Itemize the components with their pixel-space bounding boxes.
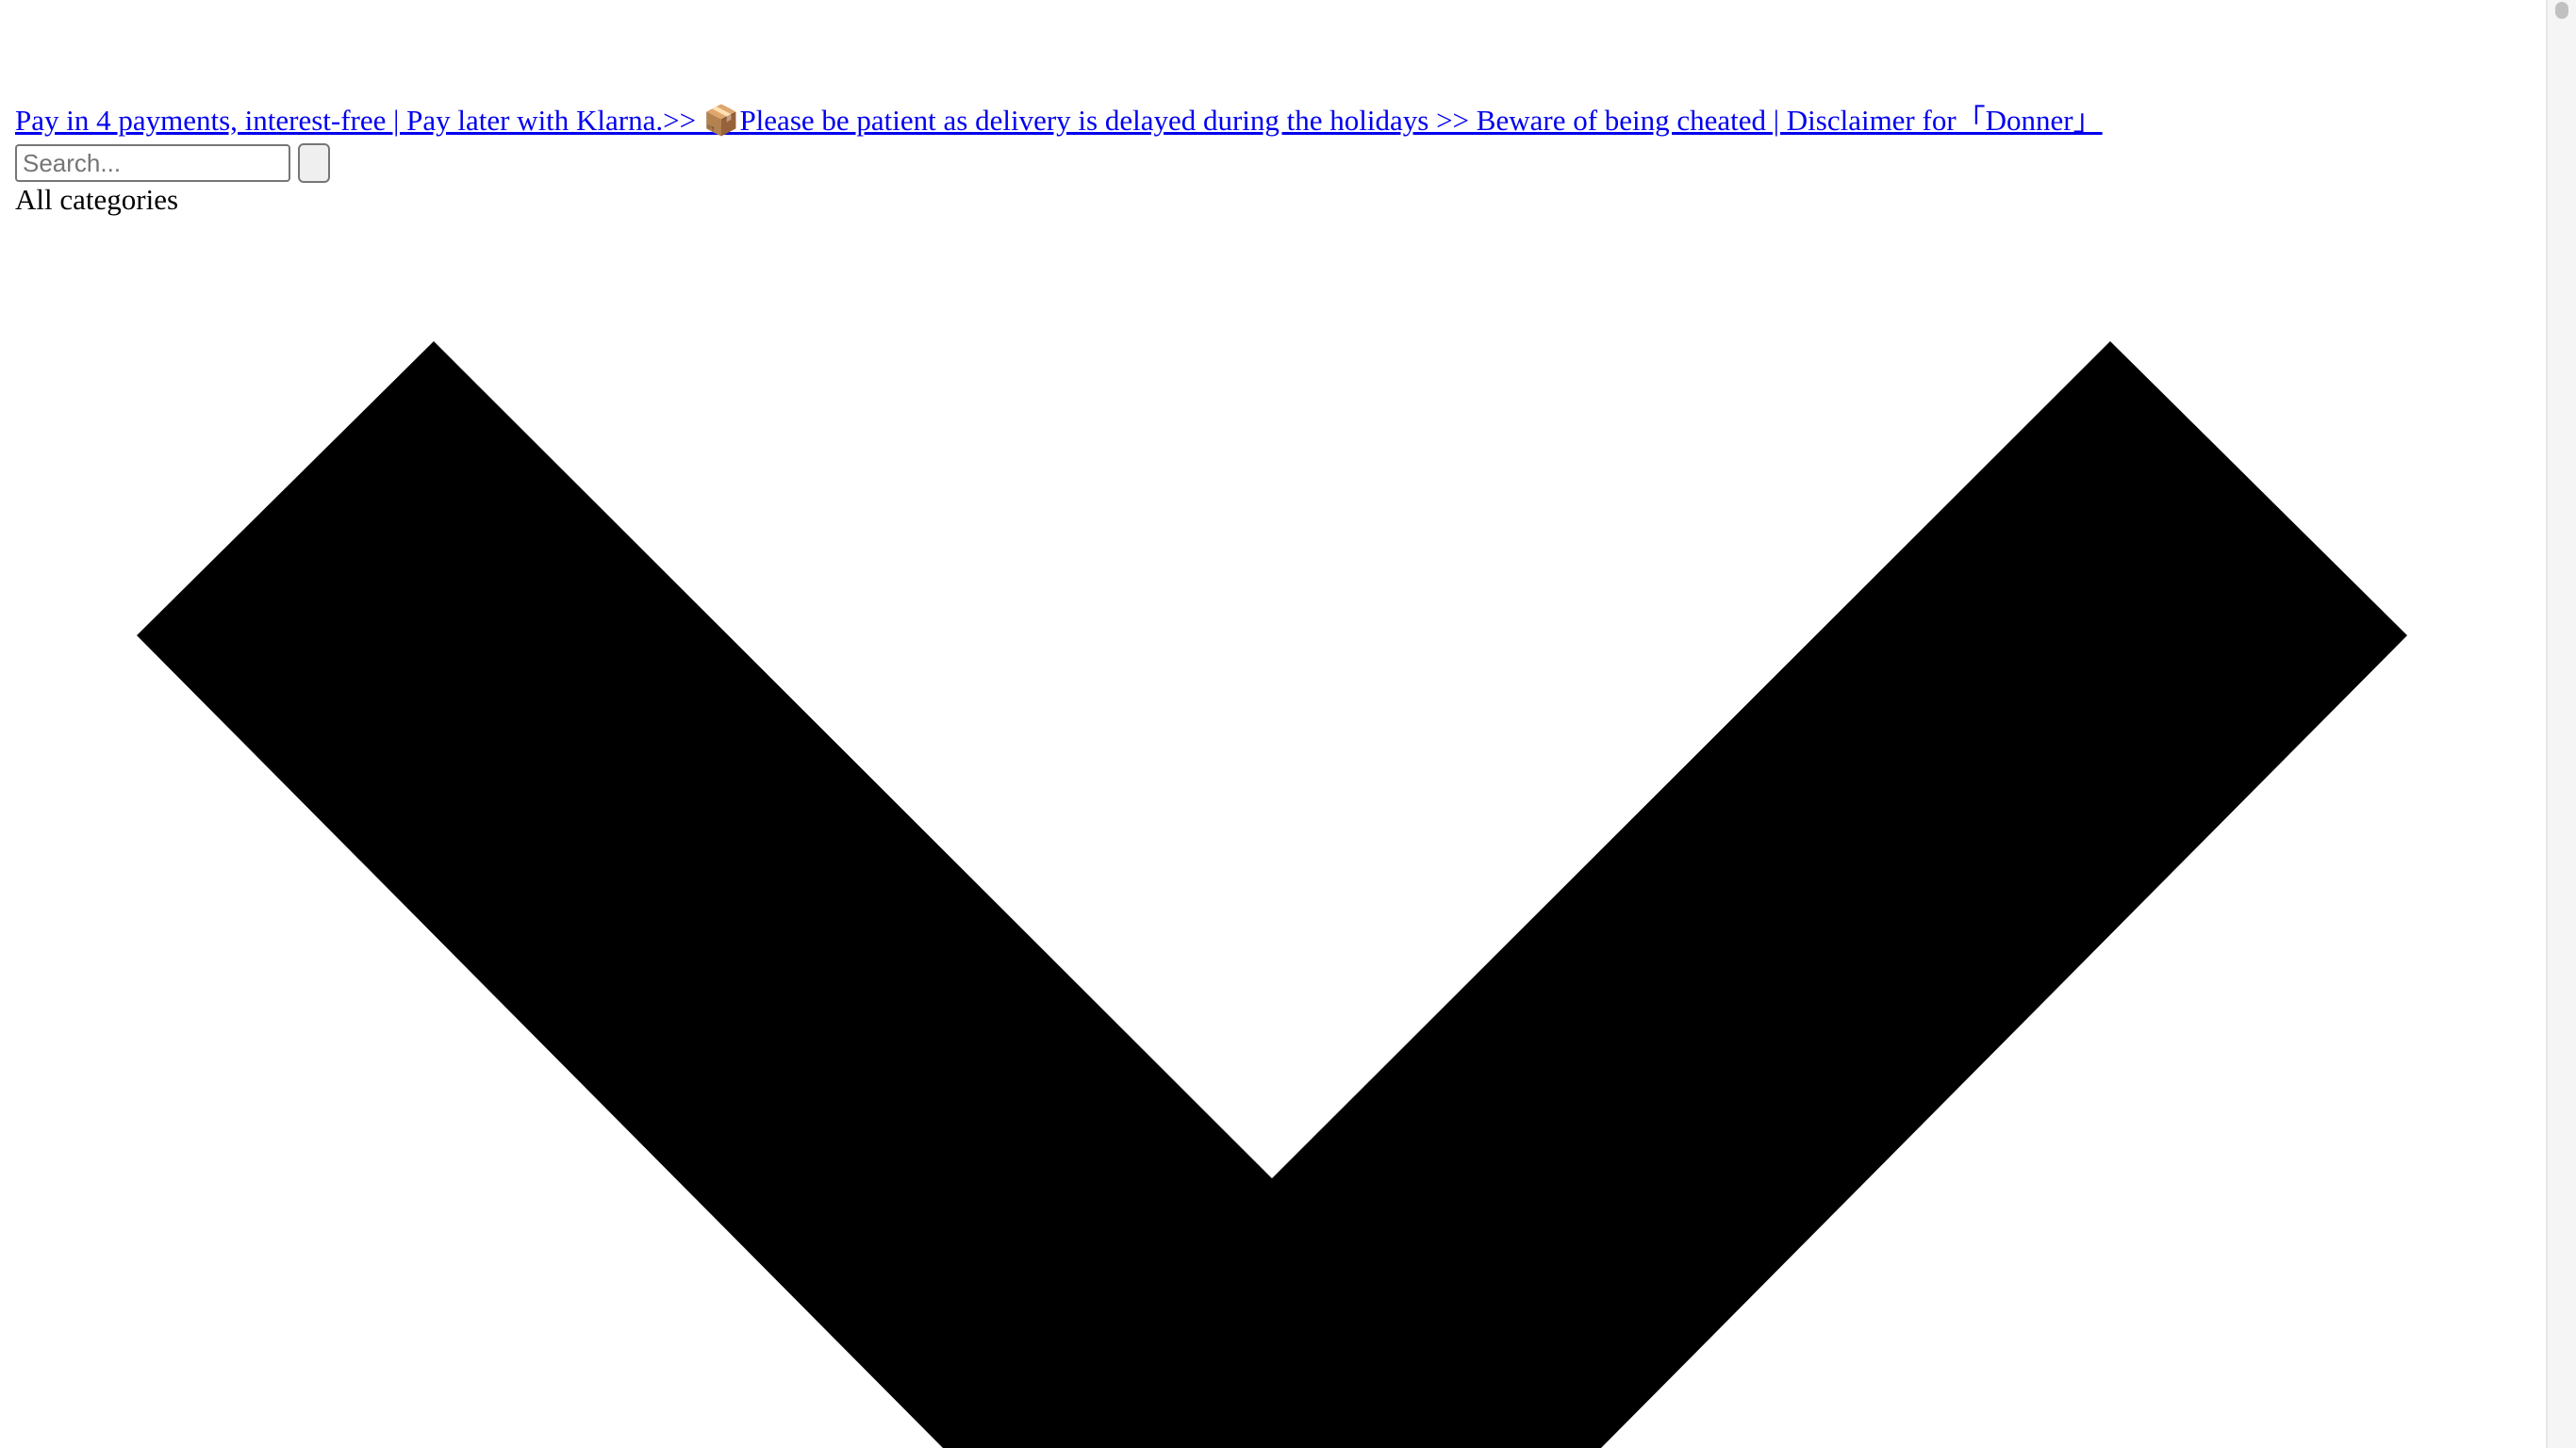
scrollbar-thumb[interactable]	[2555, 2, 2568, 19]
page: Pay in 4 payments, interest-free | Pay l…	[0, 0, 2546, 1448]
chevron-down-icon[interactable]	[0, 0, 2546, 1448]
vertical-scrollbar[interactable]	[2546, 0, 2576, 1448]
